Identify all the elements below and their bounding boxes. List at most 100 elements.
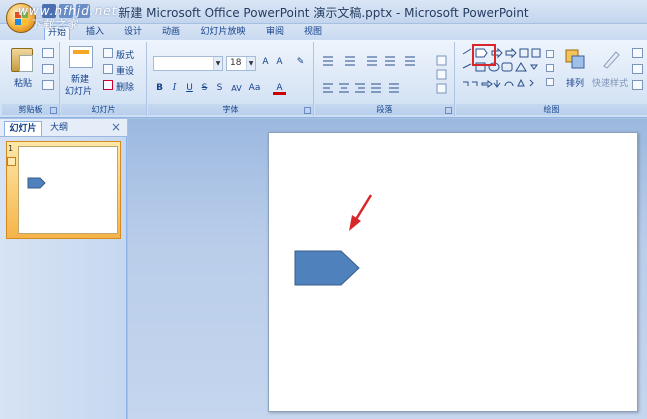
justify-icon (371, 83, 381, 93)
elbow-arrow-shape-icon (472, 81, 478, 86)
tab-design[interactable]: 设计 (120, 26, 146, 40)
arrow-shape-icon (481, 80, 493, 88)
text-direction-icon (436, 55, 447, 66)
slide-content (294, 194, 373, 286)
callout-shape-icon (519, 48, 529, 58)
format-painter-icon[interactable] (42, 80, 54, 90)
tab-review[interactable]: 审阅 (262, 26, 288, 40)
clipboard-group: 粘贴 剪贴板 (2, 42, 60, 116)
slides-group: 新建 幻灯片 版式 重设 删除 幻灯片 (61, 42, 147, 116)
pentagon-shape (294, 250, 360, 286)
quick-styles-icon[interactable] (600, 48, 622, 70)
reset-icon[interactable] (103, 64, 113, 74)
decrease-indent-icon (367, 56, 377, 66)
textbox-shape-icon (531, 48, 541, 58)
watermark-text: 下载之家 (30, 18, 78, 31)
new-slide-icon[interactable] (69, 46, 93, 68)
tab-outline[interactable]: 大纲 (44, 121, 74, 136)
shape-effects-icon[interactable] (632, 80, 643, 90)
slide-transition-icon (7, 157, 16, 166)
arrange-icon[interactable] (564, 48, 586, 70)
new-slide-label-2[interactable]: 幻灯片 (65, 84, 92, 97)
pentagon-highlight-box (472, 44, 496, 66)
watermark-url: www.nfhjd.net (18, 4, 118, 18)
elbow-shape-icon (463, 81, 469, 86)
more-icon[interactable] (546, 78, 554, 86)
slides-group-label: 幻灯片 (61, 104, 146, 115)
font-size-combo[interactable]: 18 ▼ (226, 56, 256, 71)
paste-icon[interactable] (11, 48, 33, 72)
bullets-icon (323, 56, 333, 66)
clipboard-launcher-icon[interactable] (50, 107, 57, 114)
slides-pane: 幻灯片 大纲 × 1 (0, 119, 127, 419)
tab-view[interactable]: 视图 (300, 26, 326, 40)
curve-shape-icon (529, 79, 534, 87)
watermark: www.nfhjd.net 下载之家 (18, 4, 117, 32)
paragraph-launcher-icon[interactable] (445, 107, 452, 114)
smartart-icon (436, 83, 447, 94)
rounded-rect-shape-icon (501, 62, 513, 72)
thumbnail-pentagon-shape (27, 177, 46, 189)
font-name-combo[interactable]: ▼ (153, 56, 223, 71)
block-arrow-shape-icon (505, 47, 517, 59)
align-right-icon (355, 83, 365, 93)
chevron-down-icon[interactable] (546, 64, 554, 72)
italic-icon[interactable]: I (168, 82, 181, 95)
drawing-group-label: 绘图 (456, 104, 647, 115)
delete-icon[interactable] (103, 80, 113, 90)
ribbon: 粘贴 剪贴板 新建 幻灯片 版式 重设 删除 幻灯片 ▼ 18 ▼ A A ✎ … (0, 40, 647, 118)
strikethrough-icon[interactable]: S (198, 82, 211, 95)
line-shape-icon (462, 48, 472, 55)
chevron-up-icon[interactable] (546, 50, 554, 58)
font-group: ▼ 18 ▼ A A ✎ B I U S S AV Aa A 字体 (148, 42, 314, 116)
chevron-down-icon[interactable]: ▼ (213, 57, 222, 70)
close-icon[interactable]: × (111, 120, 121, 134)
paragraph-group-label: 段落 (315, 104, 454, 115)
paste-label[interactable]: 粘贴 (14, 76, 32, 89)
quick-styles-button[interactable]: 快速样式 (592, 76, 628, 89)
clear-format-icon[interactable]: ✎ (294, 56, 307, 69)
font-launcher-icon[interactable] (304, 107, 311, 114)
reset-button[interactable]: 重设 (116, 64, 134, 77)
paragraph-buttons (323, 55, 447, 94)
underline-icon[interactable]: U (183, 82, 196, 95)
layout-icon[interactable] (103, 48, 113, 58)
shape-fill-icon[interactable] (632, 48, 643, 58)
slide-number: 1 (8, 144, 14, 153)
increase-indent-icon (385, 56, 395, 66)
grow-font-icon[interactable]: A (259, 56, 272, 69)
line-spacing-icon (405, 56, 415, 66)
shrink-font-icon[interactable]: A (273, 56, 286, 69)
annotation-arrow-icon (349, 194, 373, 231)
tab-slideshow[interactable]: 幻灯片放映 (198, 26, 248, 40)
pane-tabs: 幻灯片 大纲 × (0, 119, 127, 137)
change-case-icon[interactable]: Aa (248, 82, 261, 95)
down-arrow-shape-icon (493, 80, 501, 88)
tab-animations[interactable]: 动画 (158, 26, 184, 40)
font-size-value: 18 (230, 58, 242, 68)
align-text-icon (436, 69, 447, 80)
slide-thumbnail[interactable] (18, 146, 118, 234)
paragraph-group: 段落 (315, 42, 455, 116)
layout-button[interactable]: 版式 (116, 48, 134, 61)
align-center-icon (339, 83, 349, 93)
delete-button[interactable]: 删除 (116, 80, 134, 93)
cut-icon[interactable] (42, 48, 54, 58)
align-left-icon (323, 83, 333, 93)
chevron-shape-icon (530, 64, 538, 70)
bold-icon[interactable]: B (153, 82, 166, 95)
arrange-button[interactable]: 排列 (566, 76, 584, 89)
tab-slides[interactable]: 幻灯片 (4, 121, 42, 136)
triangle-shape-icon (515, 62, 527, 72)
arc-shape-icon (504, 81, 514, 87)
shadow-icon[interactable]: S (213, 82, 226, 95)
columns-icon (389, 83, 399, 93)
slide-canvas[interactable] (268, 132, 638, 412)
connector-shape-icon (462, 63, 472, 69)
copy-icon[interactable] (42, 64, 54, 74)
star-shape-icon (517, 78, 525, 87)
font-color-icon[interactable]: A (273, 82, 286, 95)
chevron-down-icon[interactable]: ▼ (246, 57, 255, 70)
spacing-icon[interactable]: AV (230, 82, 243, 95)
shape-outline-icon[interactable] (632, 64, 643, 74)
